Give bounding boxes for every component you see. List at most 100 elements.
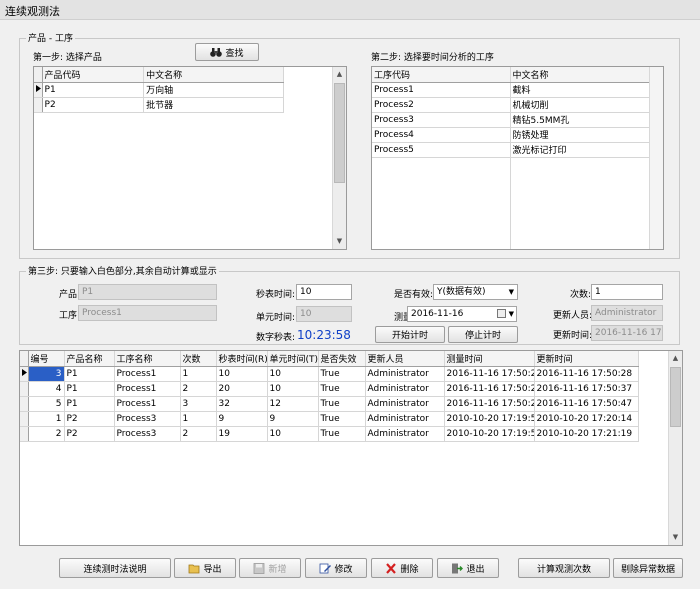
export-button[interactable]: 导出 — [174, 558, 236, 578]
table-cell[interactable]: 批节器 — [143, 97, 284, 113]
add-button[interactable]: 新增 — [239, 558, 301, 578]
table-row[interactable]: 2 P2 Process3 2 19 10 True Administrator… — [20, 426, 639, 442]
table-cell[interactable]: True — [318, 366, 366, 382]
scroll-up-button[interactable]: ▲ — [669, 351, 682, 366]
table-cell[interactable]: 10 — [267, 381, 319, 397]
table-cell[interactable]: 2010-10-20 17:19:55 — [444, 411, 535, 427]
table-cell[interactable]: 10 — [267, 426, 319, 442]
table-cell[interactable]: 10 — [216, 366, 268, 382]
table-cell[interactable]: 2016-11-16 17:50:20 — [444, 396, 535, 412]
table-row[interactable]: 3 P1 Process1 1 10 10 True Administrator… — [20, 366, 639, 382]
stop-timer-button[interactable]: 停止计时 — [448, 326, 518, 343]
column-header[interactable]: 更新人员 — [365, 351, 445, 367]
dropdown-arrow-icon[interactable]: ▼ — [509, 307, 514, 321]
table-cell[interactable]: 3 — [180, 396, 217, 412]
start-timer-button[interactable]: 开始计时 — [375, 326, 445, 343]
table-cell[interactable]: Administrator — [365, 366, 445, 382]
valid-select[interactable]: Y(数据有效) ▼ — [433, 284, 518, 300]
table-cell[interactable]: 10 — [267, 366, 319, 382]
column-header[interactable]: 更新时间 — [534, 351, 639, 367]
table-row[interactable] — [372, 157, 651, 249]
column-header[interactable]: 单元时间(T) — [267, 351, 319, 367]
records-grid-scrollbar[interactable]: ▲ ▼ — [668, 351, 682, 545]
scroll-down-button[interactable]: ▼ — [669, 530, 682, 545]
table-cell[interactable]: 3 — [28, 366, 65, 382]
stopwatch-field[interactable]: 10 — [296, 284, 352, 300]
table-row[interactable]: Process3 精钻5.5MM孔 — [372, 112, 651, 128]
scroll-up-button[interactable]: ▲ — [333, 67, 346, 82]
table-cell[interactable]: Process3 — [114, 426, 181, 442]
scroll-thumb[interactable] — [670, 367, 681, 427]
table-cell[interactable]: 万向轴 — [143, 82, 284, 98]
table-cell[interactable]: 32 — [216, 396, 268, 412]
table-row[interactable]: Process2 机械切削 — [372, 97, 651, 113]
table-cell[interactable]: 1 — [180, 366, 217, 382]
table-cell[interactable]: 2 — [28, 426, 65, 442]
exit-button[interactable]: 退出 — [437, 558, 499, 578]
table-cell[interactable]: 2 — [180, 381, 217, 397]
table-cell[interactable]: 19 — [216, 426, 268, 442]
table-cell[interactable]: 2 — [180, 426, 217, 442]
table-cell[interactable]: 1 — [180, 411, 217, 427]
column-header[interactable]: 产品名称 — [64, 351, 115, 367]
table-cell[interactable]: 9 — [267, 411, 319, 427]
table-cell[interactable]: Process3 — [372, 112, 511, 128]
table-cell[interactable]: 1 — [28, 411, 65, 427]
table-row[interactable]: 4 P1 Process1 2 20 10 True Administrator… — [20, 381, 639, 397]
table-cell[interactable]: 4 — [28, 381, 65, 397]
delete-button[interactable]: 删除 — [371, 558, 433, 578]
column-header[interactable]: 测量时间 — [444, 351, 535, 367]
column-header[interactable]: 次数 — [180, 351, 217, 367]
table-cell[interactable]: P1 — [42, 82, 145, 98]
table-cell[interactable]: 20 — [216, 381, 268, 397]
table-cell[interactable]: 5 — [28, 396, 65, 412]
table-row[interactable]: Process4 防锈处理 — [372, 127, 651, 143]
table-cell[interactable]: 2010-10-20 17:21:19 — [534, 426, 639, 442]
table-cell[interactable]: Administrator — [365, 381, 445, 397]
count-field[interactable]: 1 — [591, 284, 663, 300]
table-cell[interactable]: Administrator — [365, 411, 445, 427]
table-cell[interactable]: Process4 — [372, 127, 511, 143]
table-row[interactable]: Process5 激光标记打印 — [372, 142, 651, 158]
table-cell[interactable]: 2010-10-20 17:19:55 — [444, 426, 535, 442]
table-cell[interactable]: Administrator — [365, 396, 445, 412]
table-cell[interactable]: P1 — [64, 366, 115, 382]
table-cell[interactable]: 2016-11-16 17:50:37 — [534, 381, 639, 397]
table-cell[interactable]: Administrator — [365, 426, 445, 442]
calc-count-button[interactable]: 计算观测次数 — [518, 558, 610, 578]
table-row[interactable]: P1 万向轴 — [34, 82, 284, 98]
table-cell[interactable]: P2 — [64, 426, 115, 442]
scroll-down-button[interactable]: ▼ — [333, 234, 346, 249]
calendar-icon[interactable] — [497, 309, 506, 318]
table-row[interactable]: 5 P1 Process1 3 32 12 True Administrator… — [20, 396, 639, 412]
table-cell[interactable]: P1 — [64, 396, 115, 412]
table-cell[interactable]: Process1 — [114, 381, 181, 397]
table-cell[interactable]: 9 — [216, 411, 268, 427]
table-cell[interactable]: 2010-10-20 17:20:14 — [534, 411, 639, 427]
table-cell[interactable]: 12 — [267, 396, 319, 412]
table-cell[interactable]: Process1 — [372, 82, 511, 98]
table-cell[interactable]: 截料 — [510, 82, 651, 98]
column-header[interactable]: 是否失效 — [318, 351, 366, 367]
measure-date-picker[interactable]: 2016-11-16 ▼ — [407, 306, 517, 322]
table-cell[interactable]: P2 — [42, 97, 145, 113]
table-cell[interactable]: Process3 — [114, 411, 181, 427]
table-cell[interactable]: 2016-11-16 17:50:20 — [444, 381, 535, 397]
column-header[interactable]: 编号 — [28, 351, 65, 367]
table-cell[interactable]: 激光标记打印 — [510, 142, 651, 158]
table-cell[interactable]: True — [318, 396, 366, 412]
table-cell[interactable]: True — [318, 381, 366, 397]
help-button[interactable]: 连续测时法说明 — [59, 558, 171, 578]
table-cell[interactable]: 2016-11-16 17:50:47 — [534, 396, 639, 412]
column-header[interactable]: 秒表时间(R) — [216, 351, 268, 367]
table-cell[interactable]: 2016-11-16 17:50:20 — [444, 366, 535, 382]
table-cell[interactable]: 机械切削 — [510, 97, 651, 113]
table-row[interactable]: Process1 截料 — [372, 82, 651, 98]
find-button[interactable]: 查找 — [195, 43, 259, 61]
table-cell[interactable]: Process5 — [372, 142, 511, 158]
purge-abnormal-button[interactable]: 剔除异常数据 — [613, 558, 683, 578]
table-cell[interactable]: Process1 — [114, 366, 181, 382]
table-row[interactable]: 1 P2 Process3 1 9 9 True Administrator 2… — [20, 411, 639, 427]
table-cell[interactable]: 精钻5.5MM孔 — [510, 112, 651, 128]
table-cell[interactable]: True — [318, 426, 366, 442]
